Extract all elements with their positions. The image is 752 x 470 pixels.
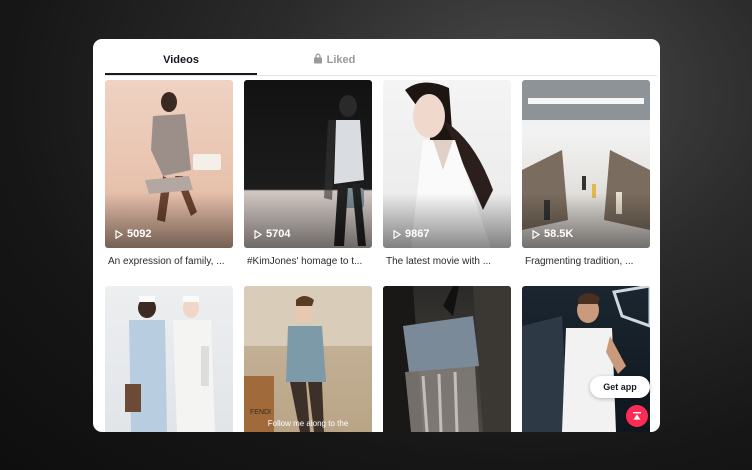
play-icon [532, 229, 540, 239]
scroll-top-icon [633, 412, 641, 420]
video-caption[interactable]: An expression of family, ... [108, 256, 232, 267]
view-count: 5704 [254, 228, 290, 240]
thumbnail-image [125, 296, 215, 432]
video-caption[interactable]: #KimJones' homage to t... [247, 256, 371, 267]
tab-liked-label: Liked [326, 54, 356, 66]
play-icon [115, 229, 123, 239]
view-count: 5092 [115, 228, 151, 240]
video-thumbnail[interactable]: FENDI Follow me along to the [244, 286, 372, 432]
video-thumbnail[interactable]: 5092 [105, 80, 233, 248]
tab-videos[interactable]: Videos [105, 39, 257, 75]
play-icon [254, 229, 262, 239]
video-thumbnail[interactable] [105, 286, 233, 432]
video-caption[interactable]: Fragmenting tradition, ... [525, 256, 649, 267]
video-thumbnail[interactable]: 58.5K [522, 80, 650, 248]
svg-text:FENDI: FENDI [250, 409, 271, 416]
video-caption[interactable]: The latest movie with ... [386, 256, 510, 267]
tab-liked[interactable]: Liked [258, 39, 410, 74]
scroll-to-top-button[interactable] [626, 405, 648, 427]
tab-videos-label: Videos [163, 54, 199, 66]
lock-icon [313, 53, 322, 64]
video-subtitle: Follow me along to the [267, 419, 349, 428]
thumbnail-image [383, 286, 511, 432]
video-thumbnail[interactable]: 5704 [244, 80, 372, 248]
profile-tabs: Videos Liked [105, 39, 657, 76]
video-thumbnail[interactable]: 9867 [383, 80, 511, 248]
play-icon [393, 229, 401, 239]
video-thumbnail[interactable] [383, 286, 511, 432]
profile-video-panel: Videos Liked 5092 An expression of famil… [93, 39, 660, 432]
get-app-button[interactable]: Get app [590, 376, 650, 398]
thumbnail-image: FENDI [244, 286, 372, 432]
view-count: 58.5K [532, 228, 573, 240]
view-count: 9867 [393, 228, 429, 240]
